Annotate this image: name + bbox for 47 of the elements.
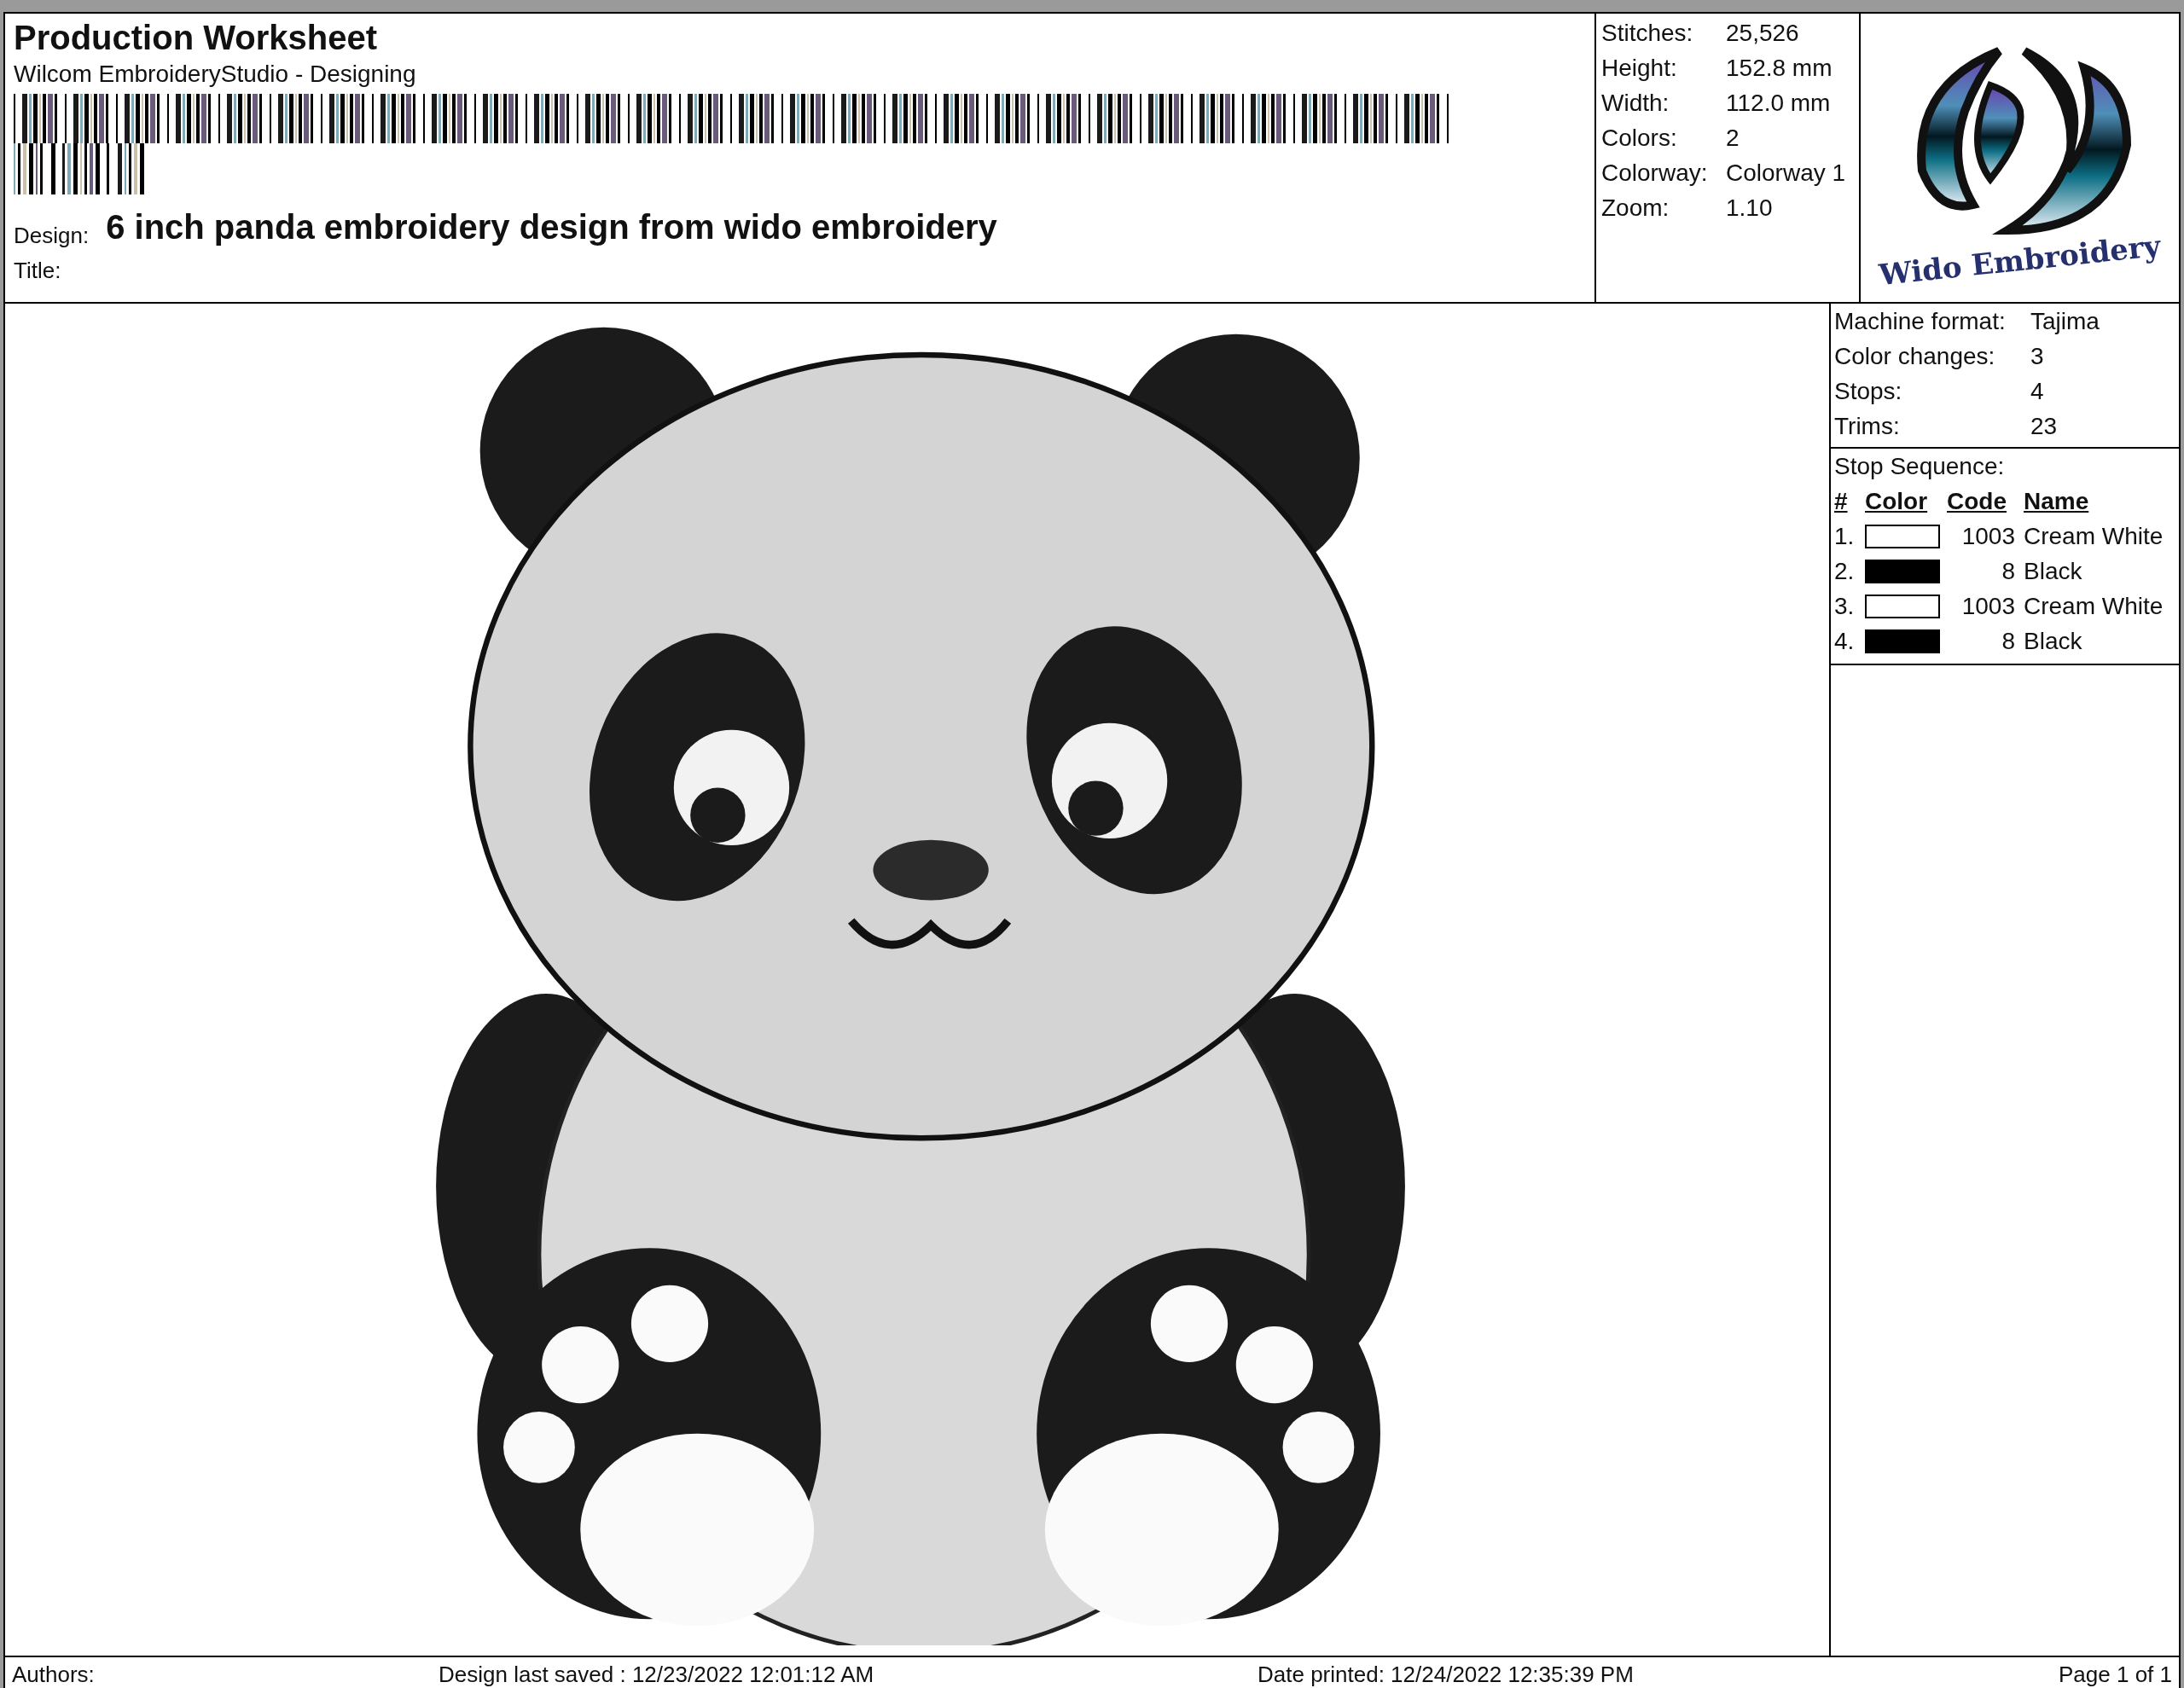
worksheet-title: Production Worksheet [14,18,378,58]
machine-label: Machine format: [1834,306,2007,336]
stat-value: 152.8 mm [1726,53,1833,83]
date-printed-text: Date printed: 12/24/2022 12:35:39 PM [1258,1660,1635,1688]
thread-name: Cream White [2024,591,2164,621]
thread-name: Black [2024,556,2082,586]
stat-label: Colorway: [1601,158,1709,188]
logo-text: Wido Embroidery [1877,227,2163,293]
title-label: Title: [14,257,62,285]
thread-name: Cream White [2024,521,2164,551]
machine-label: Stops: [1834,376,1903,406]
last-saved-text: Design last saved : 12/23/2022 12:01:12 AM [439,1660,875,1688]
stat-label: Height: [1601,53,1678,83]
stop-number: 4. [1834,626,1856,656]
stat-value: 112.0 mm [1726,88,1831,118]
machine-value: 4 [2030,376,2044,406]
stat-label: Width: [1601,88,1670,118]
stat-value: Colorway 1 [1726,158,1846,188]
machine-label: Color changes: [1834,341,1996,371]
column-header: # [1834,486,1849,516]
stat-value: 2 [1726,123,1740,153]
machine-value: 3 [2030,341,2044,371]
thread-name: Black [2024,626,2082,656]
stat-label: Colors: [1601,123,1678,153]
thread-code: 8 [2001,626,2015,656]
stat-value: 1.10 [1726,193,1773,223]
thread-code: 1003 [1960,521,2015,551]
software-subtitle: Wilcom EmbroideryStudio - Designing [14,60,417,89]
thread-code: 1003 [1960,591,2015,621]
stop-sequence-title: Stop Sequence: [1834,451,2006,481]
stop-number: 3. [1834,591,1856,621]
column-header: Color [1865,486,1929,516]
thread-code: 8 [2001,556,2015,586]
stop-number: 1. [1834,521,1856,551]
machine-value: 23 [2030,411,2058,441]
design-name: 6 inch panda embroidery design from wido embroidery [106,207,997,247]
column-header: Name [2024,486,2089,516]
stop-number: 2. [1834,556,1856,586]
column-header: Code [1947,486,2007,516]
authors-label: Authors: [12,1660,96,1688]
machine-value: Tajima [2030,306,2100,336]
stat-label: Stitches: [1601,18,1694,48]
design-label: Design: [14,222,90,250]
page-number: Page 1 of 1 [2059,1660,2172,1688]
stat-value: 25,526 [1726,18,1799,48]
machine-label: Trims: [1834,411,1901,441]
stat-label: Zoom: [1601,193,1670,223]
